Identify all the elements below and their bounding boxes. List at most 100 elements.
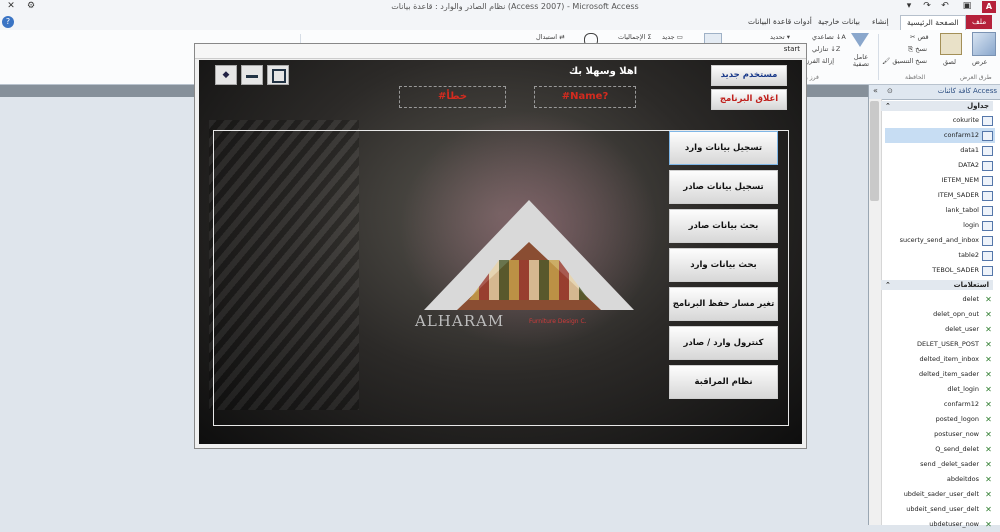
table-label: confarm12: [943, 131, 979, 139]
query-label: ubdeit_send_user_delt: [906, 505, 979, 513]
tab-file[interactable]: ملف: [966, 15, 993, 29]
table-item[interactable]: lank_tabol: [885, 203, 995, 218]
menu-button-3[interactable]: بحث بيانات صادر: [669, 209, 778, 243]
table-item[interactable]: confarm12: [885, 128, 995, 143]
query-item[interactable]: send _delet_sader ✕: [885, 457, 995, 472]
settings-icon[interactable]: ⚙: [22, 0, 40, 13]
tab-external-data[interactable]: بيانات خارجية: [812, 15, 866, 29]
query-item[interactable]: posted_logon ✕: [885, 412, 995, 427]
query-label: dlet_login: [947, 385, 979, 393]
table-item[interactable]: ITEM_SADER: [885, 188, 995, 203]
query-item[interactable]: delted_item_sader ✕: [885, 367, 995, 382]
query-item[interactable]: delet ✕: [885, 292, 995, 307]
help-icon[interactable]: ?: [2, 16, 14, 28]
query-item[interactable]: dlet_login ✕: [885, 382, 995, 397]
descending-button[interactable]: تنازلي ↓Z: [812, 45, 840, 53]
table-item[interactable]: DATA2: [885, 158, 995, 173]
customize-icon[interactable]: ▾: [900, 0, 918, 13]
scroll-thumb[interactable]: [870, 101, 879, 201]
form-title-bar: start: [195, 44, 806, 59]
query-icon: ✕: [985, 445, 992, 454]
menu-button-5[interactable]: تغير مسار حفظ البرنامج: [669, 287, 778, 321]
minimize-icon[interactable]: [241, 65, 263, 85]
tab-home[interactable]: الصفحة الرئيسية: [900, 15, 966, 30]
nav-dropdown-icon[interactable]: ⊙: [887, 87, 893, 95]
table-item[interactable]: IETEM_NEM: [885, 173, 995, 188]
restore-icon[interactable]: [267, 65, 289, 85]
table-item[interactable]: cokurite: [885, 113, 995, 128]
collapse-section-icon: ⌃: [885, 281, 891, 289]
tab-create[interactable]: إنشاء: [866, 15, 895, 29]
remove-sort-button[interactable]: إزالة الفرز: [806, 57, 834, 65]
table-icon: [982, 176, 993, 186]
queries-header[interactable]: استعلامات ⌃: [881, 280, 993, 290]
name-field[interactable]: #Name?: [534, 86, 636, 108]
save-icon[interactable]: ▣: [958, 0, 976, 13]
descending-label: تنازلي: [812, 45, 829, 53]
menu-button-6[interactable]: كنترول وارد / صادر: [669, 326, 778, 360]
query-item[interactable]: delet_opn_out ✕: [885, 307, 995, 322]
view-icon[interactable]: [972, 32, 996, 56]
query-label: delted_item_inbox: [919, 355, 979, 363]
copy-button[interactable]: ⎘ نسخ: [908, 45, 927, 54]
tab-database-tools[interactable]: أدوات قاعدة البيانات: [742, 15, 818, 29]
close-program-button[interactable]: اغلاق البرنامج: [711, 89, 787, 110]
query-icon: ✕: [985, 340, 992, 349]
query-item[interactable]: ubdeit_sader_user_delt ✕: [885, 487, 995, 502]
query-icon: ✕: [985, 310, 992, 319]
diamond-icon[interactable]: ◆: [215, 65, 237, 85]
totals-button[interactable]: الإجماليات Σ: [618, 33, 652, 41]
paste-button[interactable]: لصق: [943, 58, 956, 66]
table-label: ITEM_SADER: [937, 191, 979, 199]
menu-button-7[interactable]: نظام المراقبة: [669, 365, 778, 399]
table-item[interactable]: data1: [885, 143, 995, 158]
table-item[interactable]: login: [885, 218, 995, 233]
ascending-label: تصاعدي: [812, 33, 834, 41]
filter-icon[interactable]: [851, 33, 869, 47]
sigma-icon: Σ: [647, 33, 652, 41]
new-label: جديد: [662, 33, 675, 41]
paste-icon[interactable]: [940, 33, 962, 55]
table-icon: [982, 161, 993, 171]
table-label: IETEM_NEM: [941, 176, 979, 184]
new-user-button[interactable]: مستخدم جديد: [711, 65, 787, 86]
selection-label: تحديد: [770, 33, 785, 41]
query-item[interactable]: delted_item_inbox ✕: [885, 352, 995, 367]
new-record-icon: ▭: [676, 33, 683, 41]
error-field[interactable]: #خطأ: [399, 86, 506, 108]
menu-button-2[interactable]: تسجيل بيانات صادر: [669, 170, 778, 204]
query-label: DELET_USER_POST: [917, 340, 979, 348]
redo-icon[interactable]: ↷: [918, 0, 936, 13]
cut-button[interactable]: ✂ قص: [910, 33, 929, 41]
table-item[interactable]: sucerty_send_and_inbox: [885, 233, 995, 248]
filter-button[interactable]: عامل تصفية: [849, 54, 873, 68]
query-item[interactable]: ubdeit_send_user_delt ✕: [885, 502, 995, 517]
query-item[interactable]: postuser_now ✕: [885, 427, 995, 442]
menu-button-4[interactable]: بحث بيانات وارد: [669, 248, 778, 282]
collapse-icon[interactable]: «: [873, 86, 878, 95]
query-item[interactable]: abdeitdos ✕: [885, 472, 995, 487]
selection-button[interactable]: تحديد ▾: [770, 33, 790, 41]
undo-icon[interactable]: ↶: [936, 0, 954, 13]
query-item[interactable]: confarm12 ✕: [885, 397, 995, 412]
table-icon: [982, 266, 993, 276]
table-item[interactable]: TEBOL_SADER: [885, 263, 995, 278]
new-record-button[interactable]: جديد ▭: [662, 33, 683, 41]
table-label: sucerty_send_and_inbox: [899, 236, 979, 244]
table-item[interactable]: table2: [885, 248, 995, 263]
format-painter-button[interactable]: 🖌 نسخ التنسيق: [882, 57, 927, 65]
replace-button[interactable]: استبدال ⇄: [536, 33, 565, 41]
cut-label: قص: [917, 33, 929, 41]
tables-header[interactable]: جداول ⌃: [881, 101, 993, 111]
table-icon: [982, 206, 993, 216]
menu-button-1[interactable]: تسجيل بيانات وارد: [669, 131, 778, 165]
nav-title[interactable]: كافة كائنات Access: [938, 87, 997, 95]
nav-scrollbar[interactable]: [869, 99, 882, 525]
ascending-button[interactable]: تصاعدي ↓A: [812, 33, 846, 41]
query-item[interactable]: DELET_USER_POST ✕: [885, 337, 995, 352]
query-item[interactable]: delet_user ✕: [885, 322, 995, 337]
table-label: data1: [960, 146, 979, 154]
query-item[interactable]: Q_send_delet ✕: [885, 442, 995, 457]
views-label[interactable]: عرض: [972, 58, 987, 66]
close-icon[interactable]: ✕: [2, 0, 20, 13]
